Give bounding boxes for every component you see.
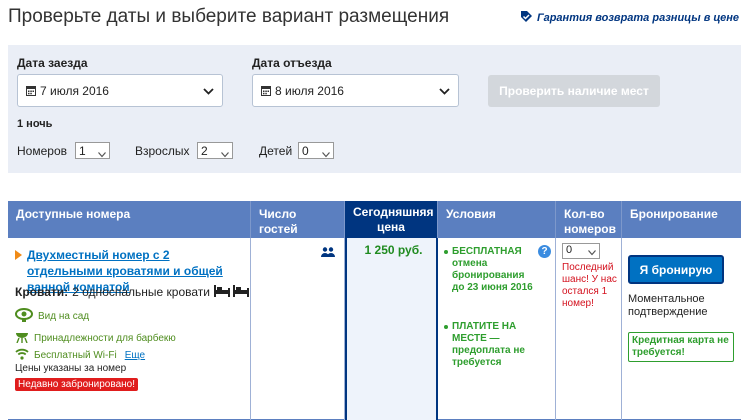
select-arrow-icon	[322, 147, 330, 161]
checkout-label: Дата отъезда	[252, 56, 332, 70]
single-beds-icon	[214, 284, 250, 300]
facility-barbecue: Принадлежности для барбекю	[15, 330, 176, 346]
calendar-icon	[261, 85, 271, 96]
chevron-down-icon	[439, 84, 450, 98]
rooms-label: Номеров	[17, 144, 67, 158]
chevron-down-icon	[203, 84, 214, 98]
header-guests: Число гостей	[251, 201, 345, 238]
header-available-rooms: Доступные номера	[8, 201, 251, 238]
header-booking: Бронирование	[630, 207, 718, 221]
quantity-cell: 0 Последний шанс! У нас остался 1 номер!	[556, 238, 622, 420]
children-select[interactable]: 0	[298, 142, 334, 159]
table-header: Доступные номера Число гостей Сегодняшня…	[8, 201, 741, 238]
beds-label: Кровати:	[15, 285, 69, 299]
checkin-date-picker[interactable]: 7 июля 2016	[17, 74, 223, 107]
facility-label: Бесплатный Wi-Fi	[34, 350, 117, 361]
children-label: Детей	[259, 144, 293, 158]
room-price: 1 250 руб.	[364, 243, 423, 257]
adults-label: Взрослых	[135, 144, 190, 158]
rooms-select-value: 1	[79, 143, 86, 158]
calendar-icon	[26, 85, 36, 96]
bullet-icon	[444, 250, 448, 254]
guests-cell	[251, 238, 345, 420]
facility-label: Вид на сад	[38, 311, 90, 322]
more-facilities-link[interactable]: Еще	[125, 350, 145, 361]
header-today-price: Сегодняшняя цена	[345, 201, 438, 238]
book-button[interactable]: Я бронирую	[628, 255, 724, 284]
nights-count: 1 ночь	[17, 118, 53, 130]
beds-info: Кровати: 2 односпальные кровати	[15, 284, 250, 300]
adults-select-value: 2	[201, 143, 208, 158]
tag-check-icon	[520, 10, 533, 26]
no-credit-card-badge: Кредитная карта не требуется!	[628, 332, 734, 362]
bullet-icon	[444, 325, 448, 329]
header-quantity: Кол-во номеров	[556, 201, 622, 238]
recently-booked-badge: Недавно забронировано!	[15, 378, 138, 391]
facility-label: Принадлежности для барбекю	[34, 332, 176, 344]
prices-note: Цены указаны за номер	[15, 363, 127, 374]
beds-value: 2 односпальные кровати	[72, 285, 210, 299]
booking-cell: Я бронирую Моментальное подтверждение Кр…	[622, 238, 741, 420]
barbecue-icon	[15, 330, 29, 346]
room-cell: Двухместный номер с 2 отдельными кроватя…	[8, 238, 251, 420]
quantity-value: 0	[566, 244, 573, 256]
price-cell: 1 250 руб.	[345, 238, 438, 420]
help-icon[interactable]: ?	[538, 245, 551, 258]
checkout-date-picker[interactable]: 8 июля 2016	[252, 74, 459, 107]
arrow-icon	[15, 250, 22, 260]
page-title: Проверьте даты и выберите вариант размещ…	[8, 6, 450, 27]
wifi-icon	[15, 348, 29, 363]
pay-at-property: ПЛАТИТЕ НА МЕСТЕ — предоплата не требует…	[444, 321, 536, 369]
checkout-value: 8 июля 2016	[275, 83, 344, 98]
children-select-value: 0	[302, 143, 309, 158]
header-conditions: Условия	[438, 201, 556, 238]
checkin-label: Дата заезда	[17, 56, 88, 70]
condition-text: ПЛАТИТЕ НА МЕСТЕ — предоплата не требует…	[452, 321, 525, 368]
garden-icon	[15, 308, 33, 325]
guarantee-text: Гарантия возврата разницы в цене	[536, 12, 739, 24]
checkin-value: 7 июля 2016	[40, 83, 109, 98]
select-arrow-icon	[588, 247, 596, 259]
price-guarantee[interactable]: Гарантия возврата разницы в цене	[520, 10, 739, 26]
search-panel: Дата заезда 7 июля 2016 Дата отъезда 8 и…	[8, 45, 741, 173]
room-quantity-select[interactable]: 0	[562, 243, 600, 259]
two-guests-icon	[321, 244, 335, 262]
instant-confirmation: Моментальное подтверждение	[628, 293, 708, 318]
check-availability-button[interactable]: Проверить наличие мест	[488, 75, 660, 107]
free-cancellation: БЕСПЛАТНАЯ отмена бронирования до 23 июн…	[444, 246, 536, 294]
rooms-select[interactable]: 1	[75, 142, 110, 159]
condition-text: БЕСПЛАТНАЯ отмена бронирования до 23 июн…	[452, 246, 533, 293]
select-arrow-icon	[98, 147, 106, 161]
adults-select[interactable]: 2	[197, 142, 233, 159]
select-arrow-icon	[221, 147, 229, 161]
conditions-cell: БЕСПЛАТНАЯ отмена бронирования до 23 июн…	[438, 238, 556, 420]
last-chance-notice: Последний шанс! У нас остался 1 номер!	[562, 262, 617, 309]
facility-wifi: Бесплатный Wi-Fi Еще	[15, 348, 145, 363]
facility-garden-view: Вид на сад	[15, 308, 89, 325]
table-row: Двухместный номер с 2 отдельными кроватя…	[8, 238, 741, 420]
